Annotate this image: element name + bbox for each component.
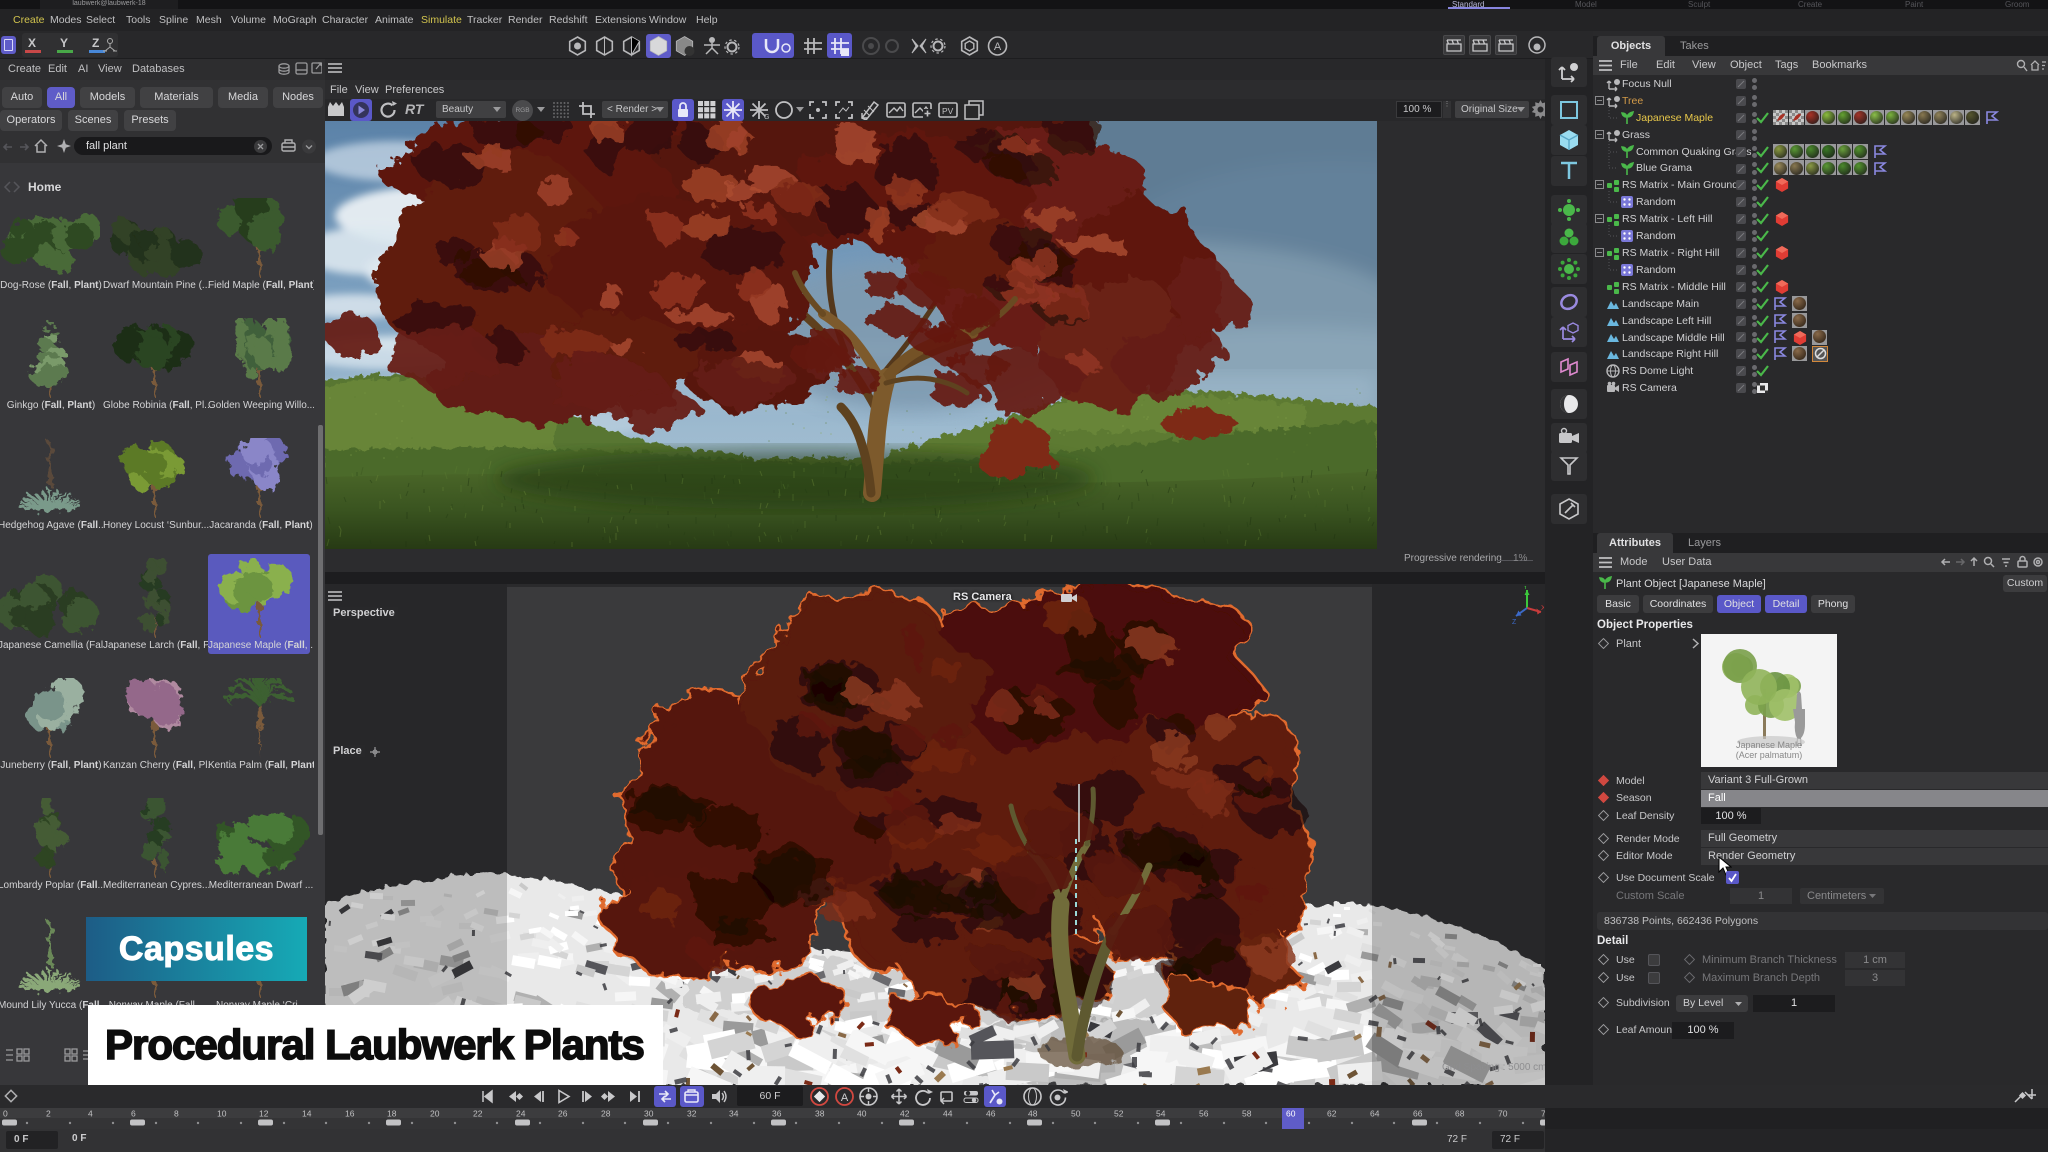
svg-text:Z: Z xyxy=(1512,619,1517,626)
svg-text:72: 72 xyxy=(1541,1109,1545,1119)
svg-text:24: 24 xyxy=(516,1109,526,1119)
svg-text:58: 58 xyxy=(1242,1109,1252,1119)
svg-text:A: A xyxy=(994,41,1002,53)
svg-text:66: 66 xyxy=(1413,1109,1423,1119)
svg-text:48: 48 xyxy=(1028,1109,1038,1119)
svg-text:64: 64 xyxy=(1370,1109,1380,1119)
svg-text:42: 42 xyxy=(900,1109,910,1119)
svg-text:Y: Y xyxy=(1523,586,1528,591)
svg-text:34: 34 xyxy=(729,1109,739,1119)
svg-text:30: 30 xyxy=(644,1109,654,1119)
svg-text:4: 4 xyxy=(88,1109,93,1119)
svg-text:Japanese Maple: Japanese Maple xyxy=(1736,740,1802,750)
svg-text:6: 6 xyxy=(131,1109,136,1119)
svg-text:36: 36 xyxy=(772,1109,782,1119)
svg-text:56: 56 xyxy=(1199,1109,1209,1119)
svg-text:40: 40 xyxy=(857,1109,867,1119)
svg-text:46: 46 xyxy=(986,1109,996,1119)
svg-text:70: 70 xyxy=(1498,1109,1508,1119)
svg-text:28: 28 xyxy=(601,1109,611,1119)
svg-text:22: 22 xyxy=(473,1109,483,1119)
svg-text:PV: PV xyxy=(942,106,954,116)
svg-text:10: 10 xyxy=(217,1109,227,1119)
svg-text:(Acer palmatum): (Acer palmatum) xyxy=(1736,750,1803,760)
svg-text:54: 54 xyxy=(1156,1109,1166,1119)
svg-text:14: 14 xyxy=(302,1109,312,1119)
svg-text:X: X xyxy=(1541,605,1544,612)
svg-text:18: 18 xyxy=(387,1109,397,1119)
svg-text:20: 20 xyxy=(430,1109,440,1119)
svg-text:50: 50 xyxy=(1071,1109,1081,1119)
svg-text:38: 38 xyxy=(815,1109,825,1119)
svg-text:68: 68 xyxy=(1455,1109,1465,1119)
svg-text:12: 12 xyxy=(259,1109,269,1119)
svg-text:8: 8 xyxy=(174,1109,179,1119)
svg-text:2: 2 xyxy=(46,1109,51,1119)
svg-text:52: 52 xyxy=(1114,1109,1124,1119)
svg-text:16: 16 xyxy=(345,1109,355,1119)
svg-text:32: 32 xyxy=(687,1109,697,1119)
svg-text:44: 44 xyxy=(943,1109,953,1119)
svg-text:26: 26 xyxy=(558,1109,568,1119)
svg-text:G: G xyxy=(764,114,769,121)
svg-text:62: 62 xyxy=(1327,1109,1337,1119)
svg-text:0: 0 xyxy=(3,1109,8,1119)
svg-text:60: 60 xyxy=(1286,1109,1296,1119)
svg-text:A: A xyxy=(841,1092,849,1104)
